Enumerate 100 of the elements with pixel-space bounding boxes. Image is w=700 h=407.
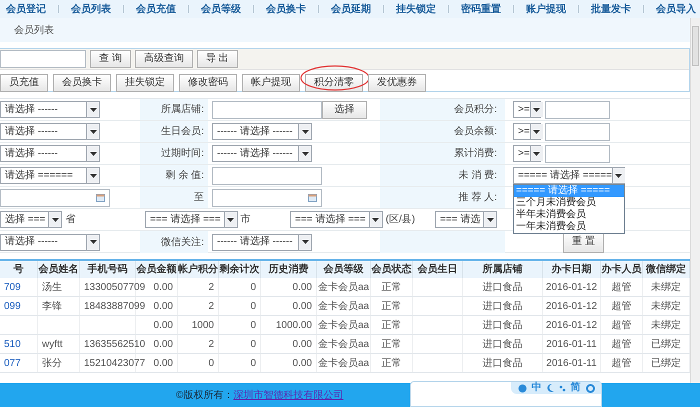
table-cell-text: 0 <box>250 318 256 332</box>
table-cell-text: 0 <box>208 356 214 370</box>
nav-link[interactable]: 会员列表 <box>71 2 111 16</box>
table-cell-text: 0 <box>250 338 256 352</box>
select-field[interactable]: >= <box>513 101 541 118</box>
input-field[interactable] <box>545 144 610 162</box>
nav-link[interactable]: 会员延期 <box>331 2 371 16</box>
table-cell-text: 已绑定 <box>651 338 681 352</box>
nav-link[interactable]: 挂失锁定 <box>396 2 436 16</box>
field-label: 至 <box>194 191 204 205</box>
card-number-link[interactable]: 510 <box>4 336 21 352</box>
nav-link[interactable]: 账户提现 <box>526 2 566 16</box>
card-number-link[interactable]: 077 <box>4 356 21 370</box>
button[interactable]: 导 出 <box>196 50 238 68</box>
nav-link[interactable]: 会员等级 <box>201 2 241 16</box>
select-field[interactable]: 请选择 ====== <box>0 167 100 184</box>
field-label: 未 消 费: <box>458 168 497 183</box>
input-field[interactable] <box>545 100 610 118</box>
nav-link[interactable]: 会员导入 <box>656 2 696 16</box>
column-header: 所属店铺 <box>463 261 543 278</box>
settings-icon[interactable] <box>586 384 594 392</box>
button[interactable]: 修改密码 <box>179 74 237 92</box>
select-field[interactable]: ------ 请选择 ------ <box>212 145 312 162</box>
table-cell-text: 金卡会员aa <box>318 280 370 294</box>
select-field[interactable]: 请选择 ------ <box>0 123 100 140</box>
nav-link[interactable]: 会员充值 <box>136 2 176 16</box>
table-cell-text: 金卡会员aa <box>318 338 370 352</box>
field-label: 会员积分: <box>454 103 497 117</box>
button[interactable]: 会员换卡 <box>53 74 111 92</box>
caret-icon <box>86 146 99 161</box>
caret-icon <box>86 168 99 183</box>
field-label: 生日会员: <box>161 124 204 139</box>
select-field[interactable]: === 请选择 === <box>145 211 238 228</box>
dropdown-option[interactable]: 半年未消费会员 <box>514 209 624 221</box>
table-cell-text: 张分 <box>42 356 62 370</box>
nav-link[interactable]: 会员换卡 <box>266 2 306 16</box>
caret-icon <box>483 212 496 227</box>
caret-icon <box>612 168 625 183</box>
caret-icon <box>530 124 543 139</box>
breadcrumb-text: 会员列表 <box>14 24 54 38</box>
button[interactable]: 高级查询 <box>134 50 193 68</box>
table-cell-text: 1000.00 <box>276 318 312 332</box>
input-field[interactable] <box>212 166 322 184</box>
region-label: (区/县) <box>386 213 416 227</box>
punctuation-icon[interactable] <box>558 384 566 392</box>
table-cell-text: 2016-01-12 <box>546 300 598 314</box>
field-label: 剩 余 值: <box>166 169 204 183</box>
select-field[interactable]: === 请选择 === <box>290 211 383 228</box>
nav-link[interactable]: 批量发卡 <box>591 2 631 16</box>
date-field[interactable] <box>212 188 322 206</box>
table-cell-text: 正常 <box>382 356 402 370</box>
copyright-text: ©版权所有： <box>176 388 234 402</box>
card-number-link[interactable]: 709 <box>4 280 21 294</box>
select-field[interactable]: ------ 请选择 ------ <box>212 234 312 250</box>
dropdown-option[interactable]: 一年未消费会员 <box>514 221 624 233</box>
table-cell-text: 0.00 <box>292 356 312 370</box>
date-field[interactable] <box>0 188 110 206</box>
button[interactable]: 积分清零 <box>305 74 363 92</box>
moon-icon[interactable] <box>546 384 554 392</box>
table-cell-text: wyftt <box>42 338 63 352</box>
card-number-link[interactable]: 099 <box>4 298 21 314</box>
button[interactable]: 帐户提现 <box>242 74 300 92</box>
table-cell-text: 未绑定 <box>651 300 681 314</box>
input-field[interactable] <box>0 50 86 68</box>
select-field[interactable]: >= <box>513 123 541 140</box>
table-cell-text: 0 <box>250 280 256 294</box>
column-header: 剩余计次 <box>219 261 261 278</box>
select-field[interactable]: ===== 请选择 ===== <box>513 167 625 184</box>
table-cell-text: 0.00 <box>154 300 173 314</box>
table-cell-text: 2 <box>208 280 214 294</box>
table-cell-text: 超管 <box>612 300 632 314</box>
select-field[interactable]: >= <box>513 145 541 162</box>
calendar-icon <box>96 194 105 202</box>
button[interactable]: 挂失锁定 <box>116 74 174 92</box>
table-cell-text: 进口食品 <box>482 280 522 294</box>
select-field[interactable]: 请选择 ------ <box>0 145 100 162</box>
button[interactable]: 查 询 <box>90 50 131 68</box>
nav-link[interactable]: 密码重置 <box>461 2 501 16</box>
select-field[interactable]: === 请选 <box>435 211 498 228</box>
table-cell-text: 李锋 <box>42 300 62 314</box>
select-field[interactable]: 请选择 ------ <box>0 234 100 250</box>
button[interactable]: 员充值 <box>0 74 48 92</box>
select-field[interactable]: 请选择 ------ <box>0 101 100 118</box>
table-cell-text: 进口食品 <box>482 338 522 352</box>
caret-icon <box>530 146 543 161</box>
table-cell-text: 金卡会员aa <box>318 356 370 370</box>
button[interactable]: 选择 <box>322 100 367 118</box>
button[interactable]: 发优惠券 <box>368 74 426 92</box>
input-field[interactable] <box>545 122 610 140</box>
table-cell-text: 1000 <box>192 318 214 332</box>
column-header: 帐户积分 <box>178 261 219 278</box>
select-field[interactable]: 选择 === <box>0 211 62 228</box>
column-header: 会员状态 <box>371 261 413 278</box>
dropdown-option[interactable]: 三个月未消费会员 <box>514 197 624 209</box>
table-cell-text: 正常 <box>382 338 402 352</box>
select-field[interactable]: ------ 请选择 ------ <box>212 123 312 140</box>
input-field[interactable] <box>212 100 322 118</box>
column-header: 号 <box>0 261 38 278</box>
table-cell-text: 超管 <box>612 338 632 352</box>
nav-link[interactable]: 会员登记 <box>6 2 46 16</box>
